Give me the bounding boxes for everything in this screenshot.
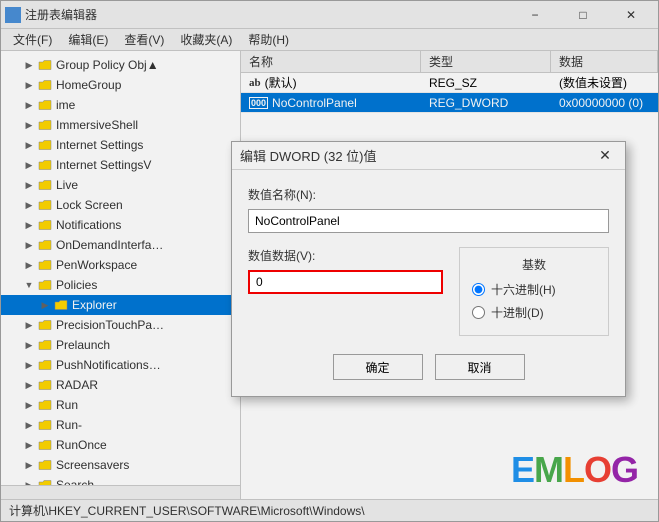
dialog-buttons: 确定 取消: [248, 350, 609, 380]
value-data-label: 数值数据(V):: [248, 247, 443, 264]
radio-hex[interactable]: [472, 283, 485, 296]
edit-dword-dialog: 编辑 DWORD (32 位)值 ✕ 数值名称(N): 数值数据(V): 基数: [231, 141, 626, 397]
base-label: 基数: [472, 256, 596, 273]
radio-hex-text: 十六进制(H): [491, 281, 556, 298]
ok-button[interactable]: 确定: [333, 354, 423, 380]
radio-hex-label[interactable]: 十六进制(H): [472, 281, 596, 298]
value-data-input[interactable]: [248, 270, 443, 294]
dialog-body: 数值名称(N): 数值数据(V): 基数 十六进制(H): [232, 170, 625, 396]
cancel-button[interactable]: 取消: [435, 354, 525, 380]
radio-dec-label[interactable]: 十进制(D): [472, 304, 596, 321]
dialog-title-text: 编辑 DWORD (32 位)值: [240, 146, 593, 165]
dialog-data-row: 数值数据(V): 基数 十六进制(H) 十进制(D): [248, 247, 609, 336]
main-window: 注册表编辑器 − □ ✕ 文件(F) 编辑(E) 查看(V) 收藏夹(A) 帮助…: [0, 0, 659, 522]
dialog-close-button[interactable]: ✕: [593, 146, 617, 166]
base-group: 基数 十六进制(H) 十进制(D): [459, 247, 609, 336]
modal-overlay: 编辑 DWORD (32 位)值 ✕ 数值名称(N): 数值数据(V): 基数: [1, 1, 658, 521]
radio-dec-text: 十进制(D): [491, 304, 544, 321]
radio-dec[interactable]: [472, 306, 485, 319]
dialog-title-bar: 编辑 DWORD (32 位)值 ✕: [232, 142, 625, 170]
value-name-label: 数值名称(N):: [248, 186, 609, 203]
value-name-input[interactable]: [248, 209, 609, 233]
dialog-data-section: 数值数据(V):: [248, 247, 443, 336]
